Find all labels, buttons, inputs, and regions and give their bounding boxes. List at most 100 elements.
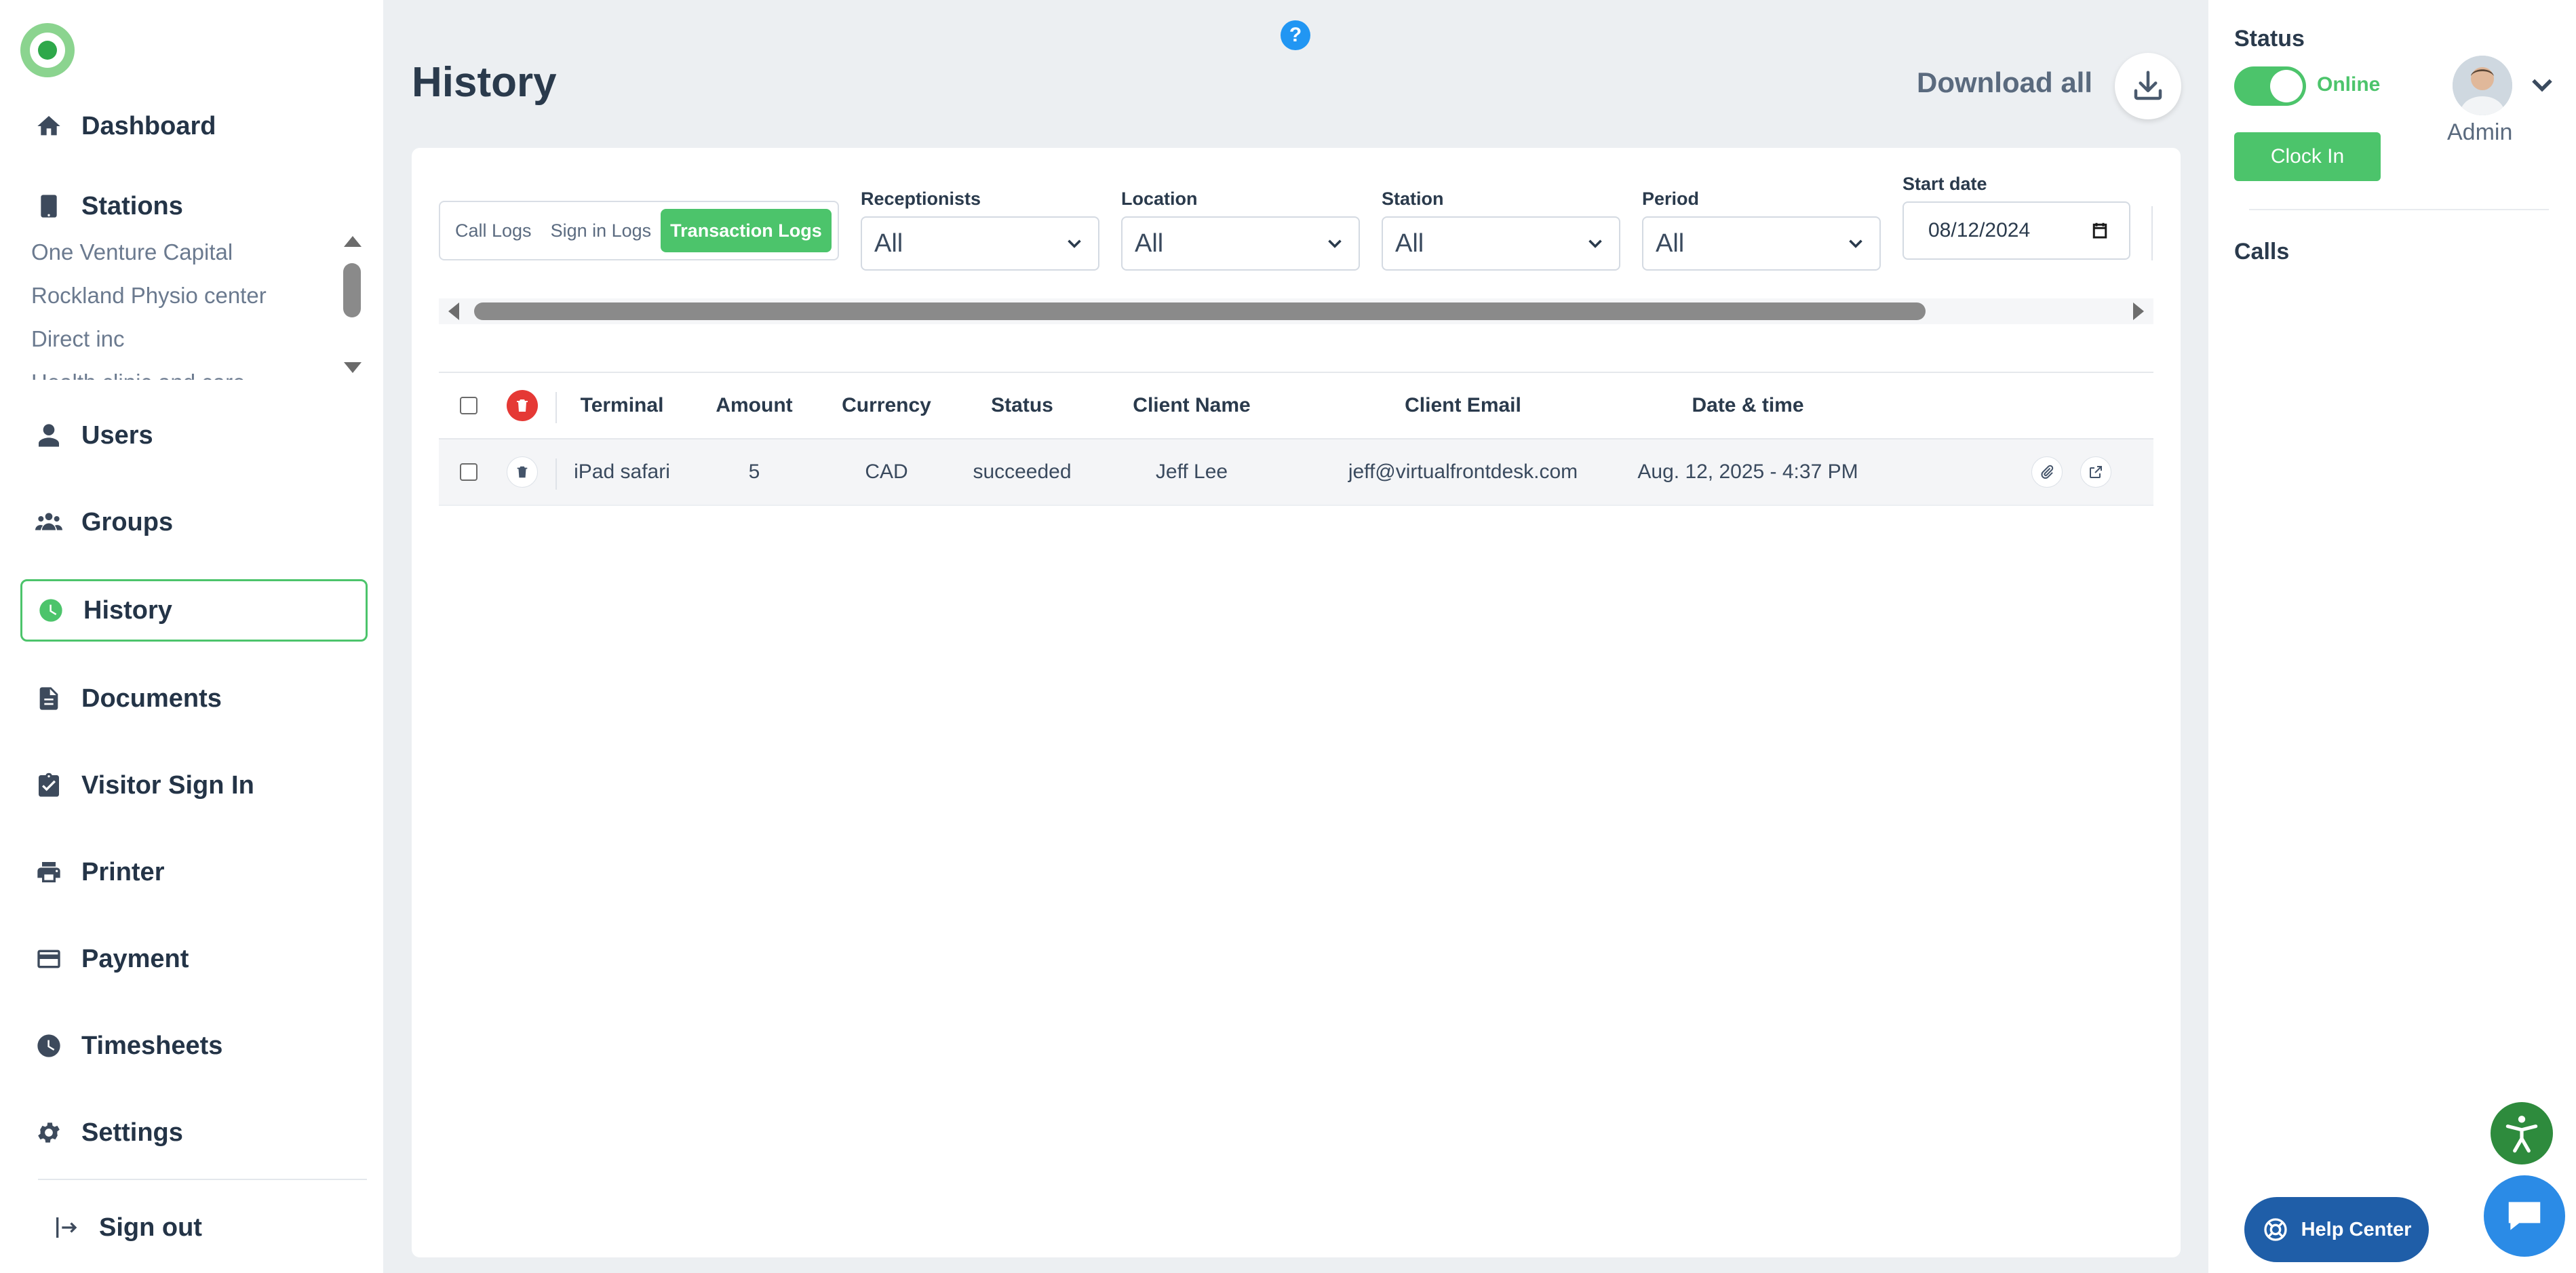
scroll-left-arrow-icon[interactable]	[448, 302, 459, 320]
column-separator	[555, 458, 557, 490]
tab-sign-in-logs[interactable]: Sign in Logs	[541, 209, 661, 252]
cell-amount: 5	[748, 461, 760, 483]
user-icon	[33, 419, 65, 452]
help-question-icon[interactable]: ?	[1281, 20, 1310, 50]
app-logo[interactable]	[20, 23, 75, 77]
sidebar-item-label: Payment	[81, 944, 189, 973]
receptionists-value: All	[874, 229, 903, 258]
column-header-currency[interactable]: Currency	[832, 373, 941, 438]
page-title: History	[412, 59, 557, 106]
station-label: Station	[1382, 189, 1444, 209]
avatar[interactable]	[2453, 56, 2512, 115]
sidebar-item-label: Visitor Sign In	[81, 770, 254, 800]
lifebuoy-icon	[2263, 1218, 2287, 1241]
right-panel: Status Online Clock In Admin Calls Help …	[2208, 0, 2576, 1273]
sidebar-item-groups[interactable]: Groups	[20, 491, 368, 553]
select-all-cell	[455, 373, 482, 438]
sign-out-icon	[50, 1211, 83, 1244]
log-type-tabs: Call Logs Sign in Logs Transaction Logs	[439, 201, 839, 260]
column-header-client-name[interactable]: Client Name	[1110, 373, 1273, 438]
sidebar-item-users[interactable]: Users	[20, 404, 368, 467]
filters-horizontal-scrollbar[interactable]	[439, 298, 2153, 324]
user-role-label: Admin	[2447, 119, 2513, 145]
location-filter: Location All	[1121, 189, 1360, 271]
tab-transaction-logs[interactable]: Transaction Logs	[661, 209, 832, 252]
sidebar-item-label: Timesheets	[81, 1031, 223, 1060]
row-checkbox[interactable]	[460, 463, 477, 481]
cell-status: succeeded	[973, 461, 1072, 483]
tab-call-logs[interactable]: Call Logs	[446, 209, 541, 252]
period-select[interactable]: All	[1642, 216, 1881, 271]
table-header: Terminal Amount Currency Status Client N…	[439, 372, 2153, 439]
sidebar-item-label: Stations	[81, 191, 183, 220]
column-header-status[interactable]: Status	[968, 373, 1076, 438]
sidebar-item-settings[interactable]: Settings	[20, 1101, 368, 1164]
clipboard-check-icon	[33, 769, 65, 802]
scroll-thumb[interactable]	[474, 302, 1926, 320]
status-label: Status	[2234, 26, 2305, 52]
row-delete-button[interactable]	[507, 456, 538, 488]
column-header-amount[interactable]: Amount	[709, 373, 800, 438]
sidebar-item-stations[interactable]: Stations	[20, 175, 368, 237]
paperclip-icon	[2041, 465, 2054, 479]
start-date-value: 08/12/2024	[1928, 219, 2031, 241]
clock-icon	[35, 594, 67, 627]
gear-icon	[33, 1116, 65, 1149]
account-chevron-down-icon[interactable]	[2527, 71, 2557, 100]
column-separator	[555, 392, 557, 423]
home-icon	[33, 110, 65, 142]
download-all-label[interactable]: Download all	[1917, 66, 2092, 99]
scroll-thumb[interactable]	[343, 263, 361, 317]
chevron-down-icon	[1849, 239, 1862, 248]
column-header-client-email[interactable]: Client Email	[1321, 373, 1605, 438]
station-icon	[33, 190, 65, 222]
open-external-button[interactable]	[2080, 456, 2111, 488]
station-value: All	[1395, 229, 1424, 258]
table-row[interactable]: iPad safari 5 CAD succeeded Jeff Lee jef…	[439, 439, 2153, 506]
calendar-icon[interactable]	[2090, 220, 2110, 241]
accessibility-button[interactable]	[2491, 1102, 2553, 1164]
column-header-terminal[interactable]: Terminal	[568, 373, 676, 438]
stations-scrollbar[interactable]	[339, 231, 366, 373]
location-select[interactable]: All	[1121, 216, 1360, 271]
receptionists-select[interactable]: All	[861, 216, 1099, 271]
chat-launcher-button[interactable]	[2484, 1175, 2565, 1257]
scroll-right-arrow-icon[interactable]	[2133, 302, 2144, 320]
help-center-button[interactable]: Help Center	[2244, 1197, 2429, 1262]
bulk-delete-button[interactable]	[507, 390, 538, 421]
sidebar-item-timesheets[interactable]: Timesheets	[20, 1015, 368, 1077]
sidebar-item-payment[interactable]: Payment	[20, 928, 368, 990]
sidebar-item-label: Users	[81, 420, 153, 450]
history-card: Call Logs Sign in Logs Transaction Logs …	[412, 148, 2181, 1257]
sidebar-item-printer[interactable]: Printer	[20, 841, 368, 903]
select-all-checkbox[interactable]	[460, 397, 477, 414]
station-link[interactable]: One Venture Capital	[31, 231, 343, 274]
station-link[interactable]: Health clinic and care	[31, 361, 343, 380]
station-select[interactable]: All	[1382, 216, 1620, 271]
column-header-date-time[interactable]: Date & time	[1633, 373, 1863, 438]
sidebar-item-visitor-sign-in[interactable]: Visitor Sign In	[20, 754, 368, 817]
printer-icon	[33, 856, 65, 888]
sidebar-item-dashboard[interactable]: Dashboard	[20, 95, 368, 157]
calls-heading: Calls	[2234, 239, 2290, 265]
scroll-down-arrow-icon[interactable]	[344, 362, 362, 373]
stations-list: One Venture Capital Rockland Physio cent…	[31, 231, 343, 380]
clock-in-button[interactable]: Clock In	[2234, 132, 2381, 181]
bulk-delete-cell	[504, 373, 541, 438]
start-date-input[interactable]: 08/12/2024	[1902, 201, 2130, 260]
row-delete-cell	[504, 439, 541, 505]
attachment-button[interactable]	[2031, 456, 2063, 488]
station-link[interactable]: Rockland Physio center	[31, 274, 343, 317]
row-open-cell	[2077, 439, 2114, 505]
sidebar-item-documents[interactable]: Documents	[20, 667, 368, 730]
chevron-down-icon	[1068, 239, 1081, 248]
station-filter: Station All	[1382, 189, 1620, 271]
station-link[interactable]: Direct inc	[31, 317, 343, 361]
sign-out-button[interactable]: Sign out	[38, 1196, 385, 1259]
filter-overflow-divider	[2151, 206, 2153, 260]
sidebar-item-history[interactable]: History	[20, 579, 368, 642]
download-all-button[interactable]	[2115, 53, 2181, 119]
scroll-up-arrow-icon[interactable]	[344, 236, 362, 247]
row-attachment-cell	[2029, 439, 2065, 505]
online-status-toggle[interactable]	[2234, 66, 2306, 106]
